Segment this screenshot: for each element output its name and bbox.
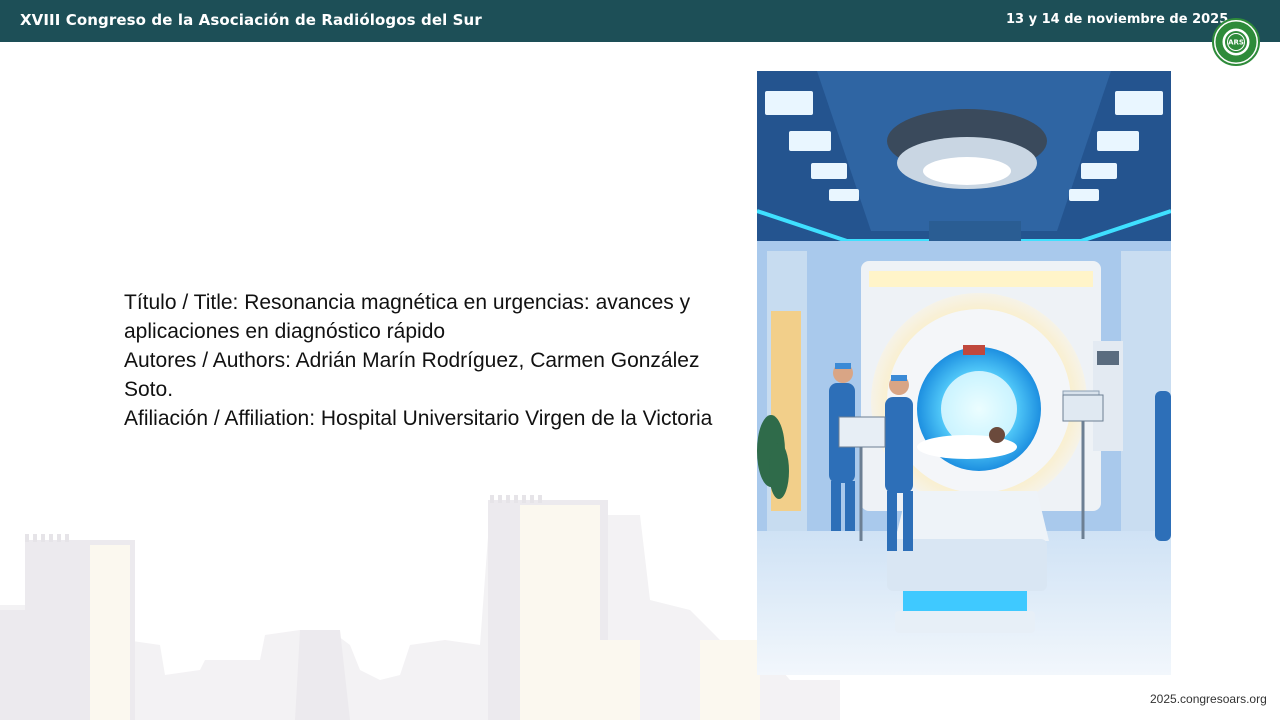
header-bar: XVIII Congreso de la Asociación de Radió… (0, 0, 1280, 42)
mri-room-illustration-icon (757, 71, 1171, 675)
presentation-title: Título / Title: Resonancia magnética en … (124, 291, 691, 343)
presentation-authors: Autores / Authors: Adrián Marín Rodrígue… (124, 349, 700, 401)
congress-title: XVIII Congreso de la Asociación de Radió… (20, 11, 482, 29)
footer-url: 2025.congresoars.org (1150, 692, 1267, 706)
city-skyline-watermark (0, 495, 840, 720)
presentation-affiliation: Afiliación / Affiliation: Hospital Unive… (124, 407, 713, 430)
presentation-info: Título / Title: Resonancia magnética en … (124, 288, 734, 433)
ars-logo-icon: ARS (1212, 18, 1260, 66)
congress-date: 13 y 14 de noviembre de 2025 (1006, 12, 1229, 27)
logo-center-text: ARS (1228, 39, 1244, 47)
